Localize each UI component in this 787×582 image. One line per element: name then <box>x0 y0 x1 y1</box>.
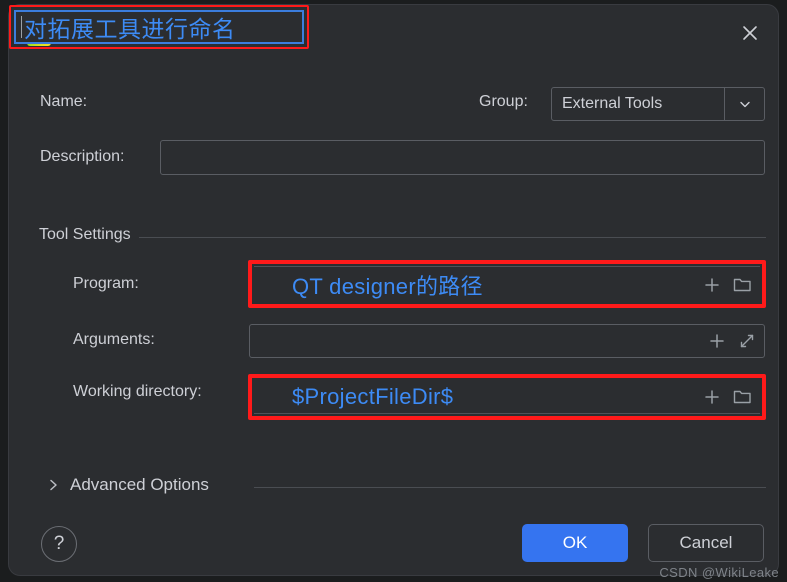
name-field-annotation: 对拓展工具进行命名 <box>9 5 309 49</box>
tool-settings-divider <box>39 237 766 238</box>
advanced-options-divider <box>254 487 766 488</box>
screen: PC Create Tool Name: 对拓展工具进行命名 Group: Ex… <box>0 0 787 582</box>
working-directory-label: Working directory: <box>73 383 202 400</box>
ok-button[interactable]: OK <box>522 524 628 562</box>
program-input-value: QT designer的路径 <box>292 273 483 299</box>
name-label: Name: <box>40 93 88 110</box>
chevron-down-icon[interactable] <box>724 88 764 120</box>
working-directory-input[interactable]: $ProjectFileDir$ <box>254 380 760 414</box>
group-dropdown[interactable]: External Tools <box>551 87 765 121</box>
expand-icon[interactable] <box>738 332 756 350</box>
advanced-options-toggle[interactable]: Advanced Options <box>47 475 209 495</box>
help-button[interactable]: ? <box>41 526 77 562</box>
group-label: Group: <box>479 93 528 110</box>
chevron-right-icon <box>47 478 60 492</box>
folder-icon[interactable] <box>733 276 752 293</box>
arguments-label: Arguments: <box>73 331 155 348</box>
program-input[interactable]: QT designer的路径 <box>254 266 760 302</box>
working-directory-input-value: $ProjectFileDir$ <box>292 383 454 409</box>
program-field-icons <box>703 267 752 302</box>
watermark: CSDN @WikiLeake <box>659 565 779 580</box>
group-dropdown-value: External Tools <box>562 95 663 112</box>
working-directory-field-annotation: $ProjectFileDir$ <box>248 374 766 420</box>
program-field-annotation: QT designer的路径 <box>248 260 766 308</box>
help-button-label: ? <box>53 533 65 554</box>
plus-icon[interactable] <box>703 276 721 294</box>
description-input[interactable] <box>160 140 765 175</box>
folder-icon[interactable] <box>733 388 752 405</box>
text-caret <box>21 16 22 38</box>
description-label: Description: <box>40 148 125 165</box>
plus-icon[interactable] <box>703 388 721 406</box>
plus-icon[interactable] <box>708 332 726 350</box>
program-label: Program: <box>73 275 139 292</box>
create-tool-dialog: PC Create Tool Name: 对拓展工具进行命名 Group: Ex… <box>8 4 779 576</box>
arguments-input[interactable] <box>249 324 765 358</box>
tool-settings-title: Tool Settings <box>39 226 139 244</box>
close-icon[interactable] <box>736 19 764 47</box>
advanced-options-label: Advanced Options <box>70 475 209 494</box>
name-input-value: 对拓展工具进行命名 <box>24 16 236 42</box>
name-input[interactable]: 对拓展工具进行命名 <box>14 10 304 44</box>
arguments-field-icons <box>708 325 756 357</box>
cancel-button[interactable]: Cancel <box>648 524 764 562</box>
working-directory-field-icons <box>703 380 752 413</box>
